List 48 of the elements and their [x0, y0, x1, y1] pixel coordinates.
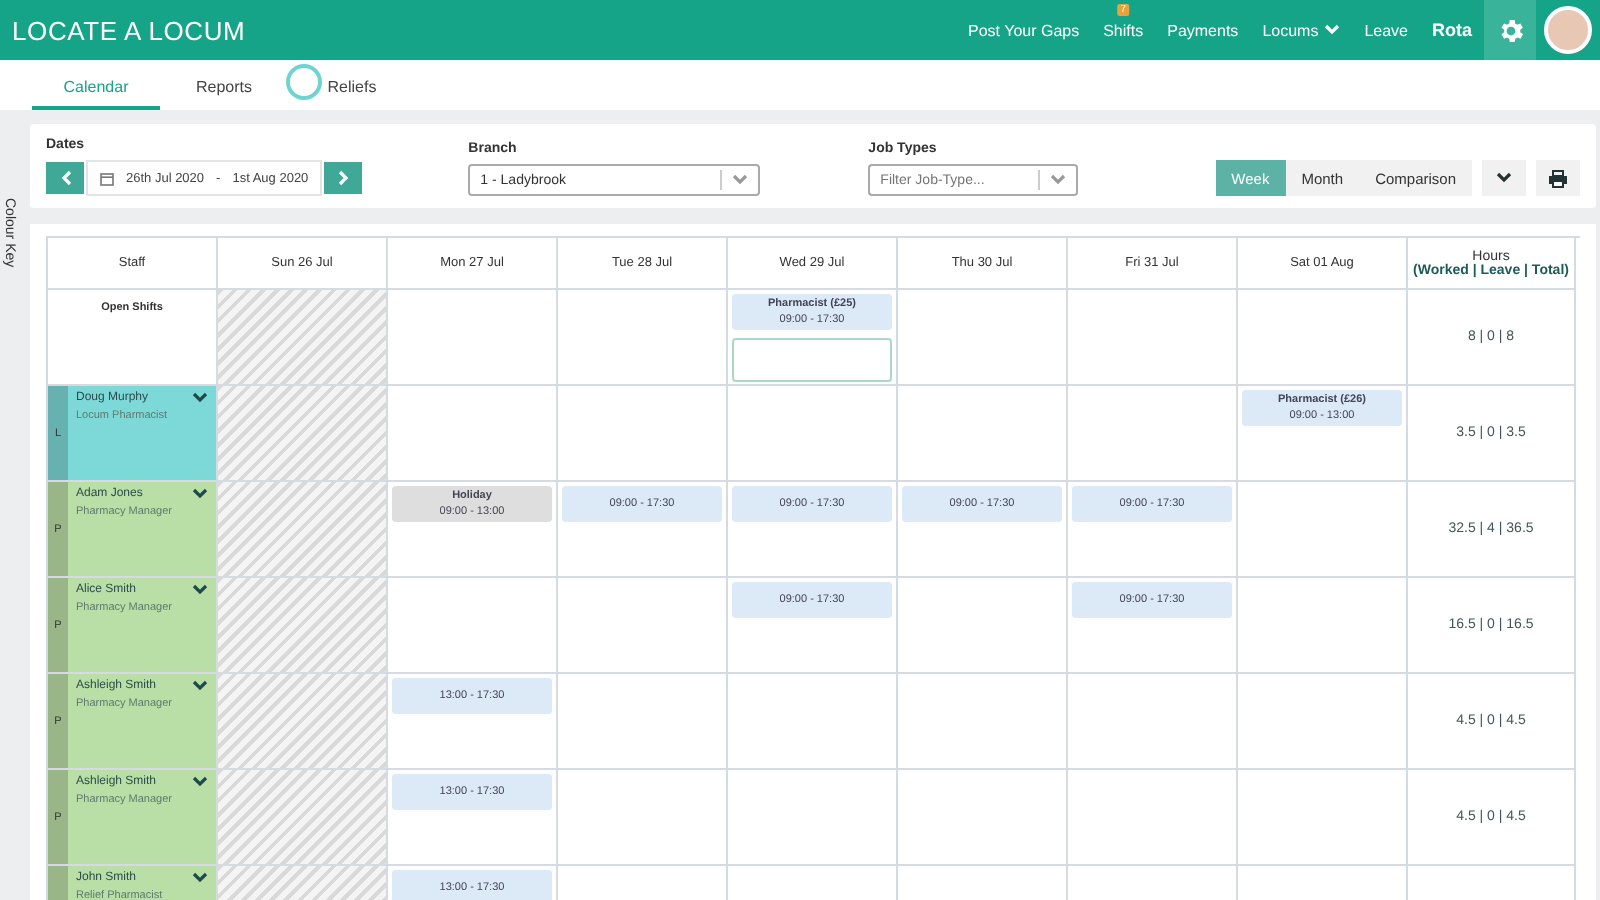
dropdown-button[interactable]	[1482, 160, 1526, 196]
previous-button[interactable]	[46, 162, 84, 194]
chevron-right-icon	[337, 170, 350, 186]
day-cell[interactable]	[1238, 290, 1408, 386]
day-cell[interactable]	[1238, 578, 1408, 674]
day-cell[interactable]	[388, 386, 558, 482]
user-avatar[interactable]	[1544, 6, 1592, 54]
day-cell[interactable]	[1238, 674, 1408, 770]
day-cell[interactable]	[898, 674, 1068, 770]
chevron-left-icon	[59, 170, 71, 186]
empty-shift-slot[interactable]	[732, 338, 892, 382]
day-cell[interactable]	[1068, 770, 1238, 866]
settings-button[interactable]	[1484, 0, 1536, 60]
day-cell[interactable]	[558, 386, 728, 482]
day-cell[interactable]	[558, 770, 728, 866]
day-cell[interactable]	[728, 386, 898, 482]
chevron-icon	[192, 776, 208, 788]
tab[interactable]: Reports	[160, 78, 288, 110]
chevron-icon	[192, 872, 208, 884]
day-cell[interactable]	[898, 770, 1068, 866]
print-icon	[1548, 169, 1568, 187]
chevron-icon	[192, 392, 208, 404]
day-cell[interactable]	[388, 290, 558, 386]
next-button[interactable]	[324, 162, 363, 194]
day-cell[interactable]	[1238, 770, 1408, 866]
day-cell[interactable]	[558, 290, 728, 386]
day-cell[interactable]	[898, 386, 1068, 482]
chevron-icon	[732, 174, 749, 186]
chevron-icon	[192, 680, 208, 692]
chevron-icon	[192, 584, 208, 596]
day-cell[interactable]	[728, 770, 898, 866]
chevron-icon	[1496, 172, 1512, 184]
chevron-icon	[192, 488, 208, 500]
day-cell[interactable]	[898, 290, 1068, 386]
tab[interactable]: Reliefs	[288, 78, 416, 110]
day-cell[interactable]	[388, 578, 558, 674]
day-cell[interactable]	[1238, 482, 1408, 578]
day-cell[interactable]	[1068, 386, 1238, 482]
day-cell[interactable]	[558, 674, 728, 770]
day-cell[interactable]	[898, 578, 1068, 674]
calendar-icon	[100, 171, 114, 185]
click-ring-icon	[286, 64, 322, 100]
print-button[interactable]	[1536, 160, 1580, 196]
day-cell[interactable]	[728, 674, 898, 770]
day-cell[interactable]	[558, 578, 728, 674]
day-cell[interactable]	[1068, 290, 1238, 386]
app-logo: LOCATE A LOCUM	[10, 15, 248, 45]
day-cell[interactable]	[1068, 674, 1238, 770]
